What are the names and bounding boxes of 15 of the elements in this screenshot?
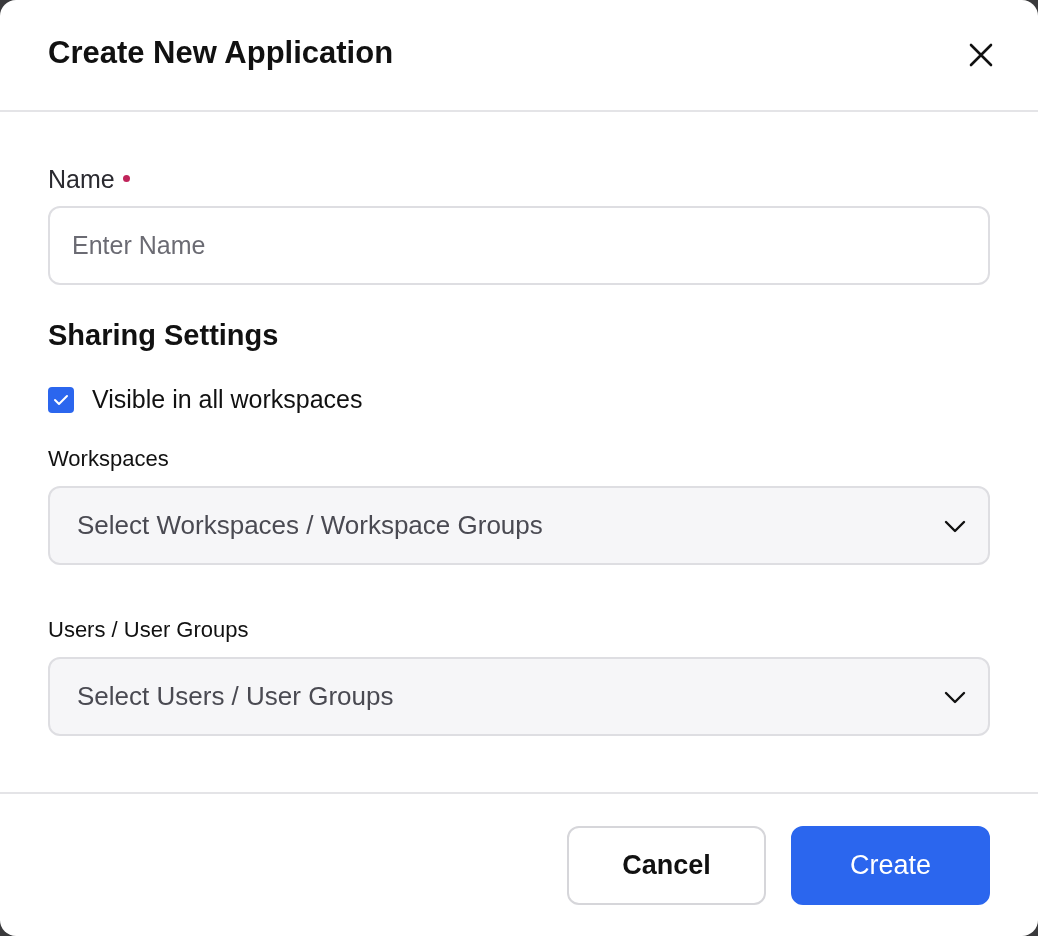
create-button[interactable]: Create bbox=[791, 826, 990, 905]
chevron-down-icon bbox=[944, 518, 966, 533]
chevron-down-icon bbox=[944, 689, 966, 704]
dropdown-field[interactable]: Select Users / User Groups bbox=[48, 657, 990, 736]
cancel-button[interactable]: Cancel bbox=[567, 826, 766, 905]
field-label: Users / User Groups bbox=[48, 617, 249, 643]
checkbox-label: Visible in all workspaces bbox=[92, 385, 363, 414]
name-input[interactable]: Enter Name bbox=[48, 206, 990, 285]
dialog-title: Create New Application bbox=[48, 35, 394, 71]
field-label: Workspaces bbox=[48, 446, 169, 472]
dropdown-field[interactable]: Select Workspaces / Workspace Groups bbox=[48, 486, 990, 565]
checkbox[interactable] bbox=[48, 386, 74, 413]
field-label: Name bbox=[48, 164, 115, 194]
section-heading: Sharing Settings bbox=[48, 318, 279, 353]
checkmark-icon bbox=[53, 393, 69, 406]
